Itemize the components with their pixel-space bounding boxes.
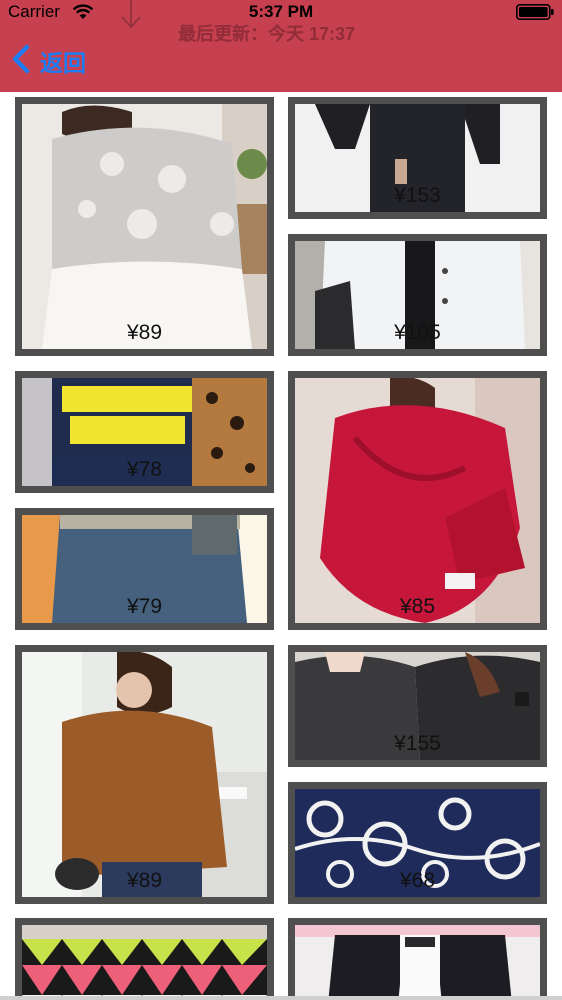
product-price: ¥79 [126, 595, 163, 618]
chevron-left-icon [12, 44, 30, 74]
product-price: ¥85 [399, 595, 436, 618]
product-card[interactable]: ¥105 [288, 234, 547, 356]
product-price: ¥68 [399, 869, 436, 892]
product-card[interactable]: ¥68 [288, 782, 547, 904]
product-price: ¥105 [394, 321, 441, 344]
pull-refresh-arrow-icon [121, 0, 141, 29]
product-price: ¥78 [126, 458, 163, 481]
product-image [22, 104, 267, 349]
navigation-header: Carrier 5:37 PM 最后更新：今天 17:37 返回 [0, 0, 562, 92]
product-card[interactable]: ¥89 [15, 645, 274, 904]
product-card[interactable] [15, 918, 274, 1000]
last-updated-label: 最后更新：今天 17:37 [178, 24, 356, 44]
back-label: 返回 [40, 50, 86, 76]
battery-icon [516, 4, 554, 20]
back-button[interactable]: 返回 [10, 42, 110, 76]
product-image [22, 925, 267, 1000]
product-price: ¥155 [394, 732, 441, 755]
product-image [295, 925, 540, 1000]
product-image [295, 378, 540, 623]
product-card[interactable]: ¥78 [15, 371, 274, 493]
product-card[interactable] [288, 918, 547, 1000]
product-card[interactable]: ¥85 [288, 371, 547, 630]
bottom-edge [0, 996, 562, 1000]
product-card[interactable]: ¥153 [288, 97, 547, 219]
product-card[interactable]: ¥155 [288, 645, 547, 767]
status-time: 5:37 PM [248, 2, 314, 21]
product-price: ¥89 [126, 869, 163, 892]
product-price: ¥153 [394, 184, 441, 207]
product-card[interactable]: ¥89 [15, 97, 274, 356]
product-price: ¥89 [126, 321, 163, 344]
product-card[interactable]: ¥79 [15, 508, 274, 630]
product-grid: ¥89 ¥153 ¥105 ¥78 ¥85 ¥79 ¥89 ¥155 ¥68 [0, 92, 562, 1000]
product-image [22, 652, 267, 897]
